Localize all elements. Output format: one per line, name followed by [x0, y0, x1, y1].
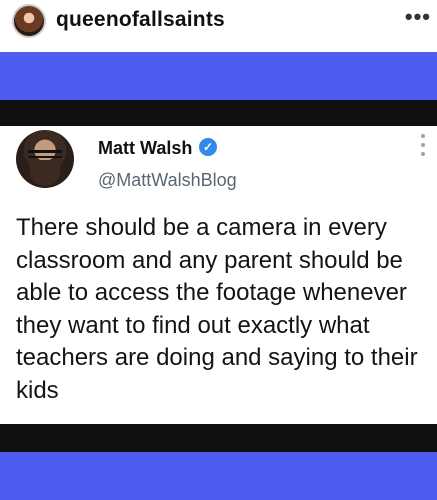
username[interactable]: queenofallsaints: [56, 8, 225, 32]
tweet-card: Matt Walsh ✓ @MattWalshBlog There should…: [0, 126, 437, 424]
more-options-icon[interactable]: •••: [405, 6, 431, 28]
tweet-handle: @MattWalshBlog: [98, 170, 237, 190]
top-blue-band: [0, 52, 437, 100]
tweet-display-name: Matt Walsh: [98, 138, 193, 158]
tweet-text: There should be a camera in every classr…: [16, 214, 418, 404]
top-black-band: [0, 100, 437, 126]
tweet-avatar: [16, 130, 74, 188]
tweet-menu-icon: [421, 134, 427, 161]
user-avatar[interactable]: [12, 4, 46, 38]
verified-badge-icon: ✓: [199, 138, 217, 156]
bottom-blue-band: [0, 452, 437, 500]
instagram-post-header: queenofallsaints •••: [0, 0, 437, 52]
bottom-black-band: [0, 424, 437, 452]
